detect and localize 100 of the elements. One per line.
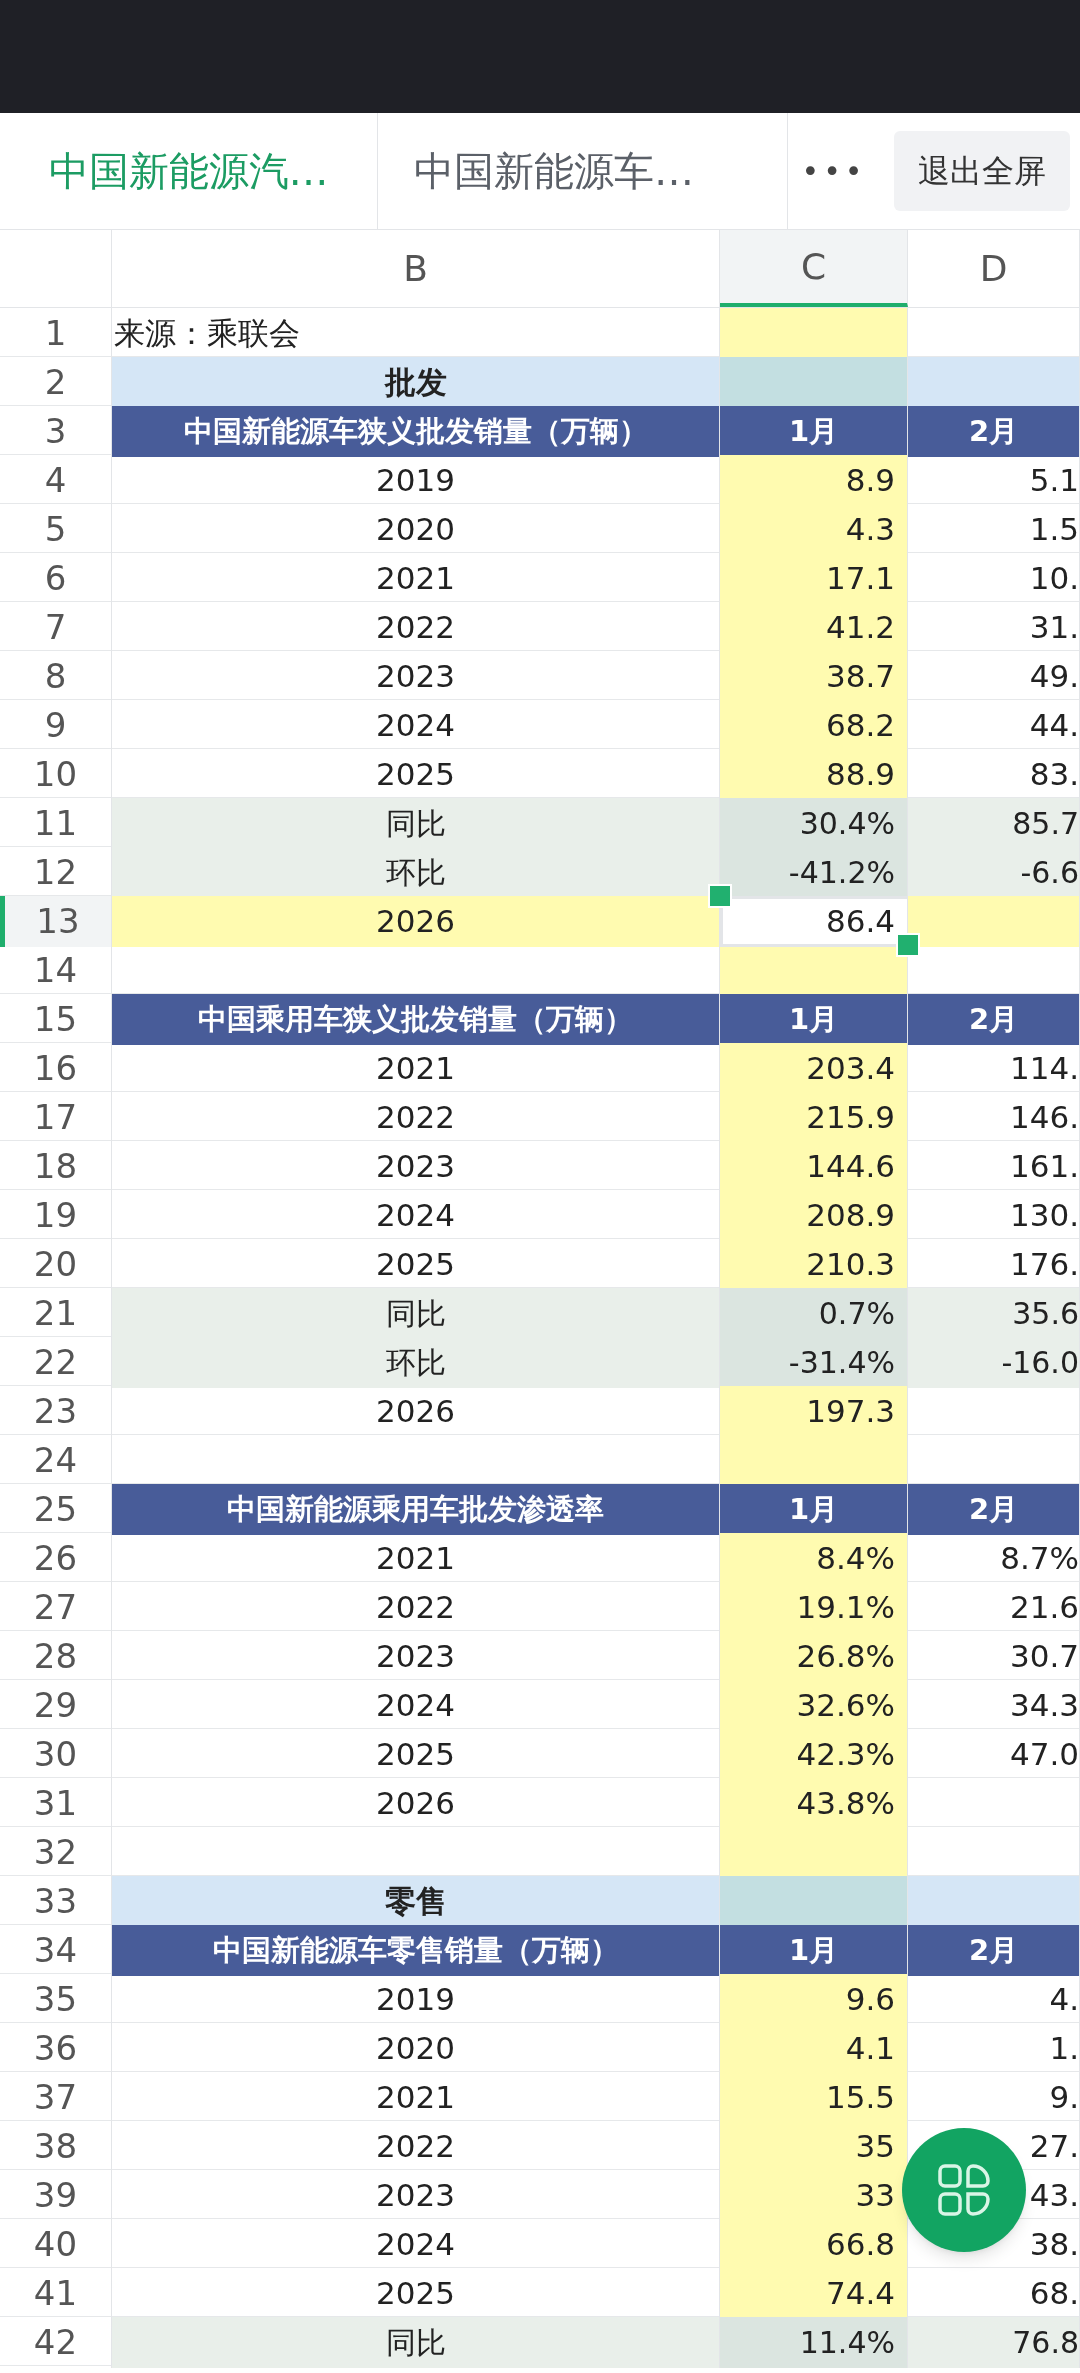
row-number[interactable]: 24 xyxy=(0,1435,112,1486)
exit-fullscreen-button[interactable]: 退出全屏 xyxy=(894,131,1070,211)
table-cell: -16.0 xyxy=(908,1337,1080,1388)
table-cell: 43.8% xyxy=(720,1778,908,1829)
apps-icon xyxy=(937,2163,991,2217)
selection-handle[interactable] xyxy=(896,933,920,957)
table-cell: 33 xyxy=(720,2170,908,2221)
row-number[interactable]: 40 xyxy=(0,2219,112,2270)
row-number[interactable]: 28 xyxy=(0,1631,112,1682)
table-cell: 32.6% xyxy=(720,1680,908,1731)
table-cell: 4.1 xyxy=(720,2023,908,2074)
table-cell: 66.8 xyxy=(720,2219,908,2270)
row-number[interactable]: 26 xyxy=(0,1533,112,1584)
header-cell: 中国新能源车零售销量（万辆） xyxy=(112,1925,720,1976)
table-cell: 2026 xyxy=(112,896,720,947)
table-cell: -6.6 xyxy=(908,847,1080,898)
table-cell: 4.3 xyxy=(720,504,908,555)
table-cell: 35 xyxy=(720,2121,908,2172)
table-cell: 9.6 xyxy=(720,1974,908,2025)
table-cell: 68.2 xyxy=(720,700,908,751)
table-cell: 1. xyxy=(908,2023,1080,2074)
table-cell: 15.5 xyxy=(720,2072,908,2123)
header-cell: 1月 xyxy=(720,1484,908,1535)
table-cell: 49. xyxy=(908,651,1080,702)
table-cell: 8.4% xyxy=(720,1533,908,1584)
table-cell: 76.8 xyxy=(908,2317,1080,2368)
table-cell: 30.7 xyxy=(908,1631,1080,1682)
row-number[interactable]: 4 xyxy=(0,455,112,506)
row-number[interactable]: 37 xyxy=(0,2072,112,2123)
more-button[interactable]: ••• xyxy=(794,148,874,194)
table-cell: 161. xyxy=(908,1141,1080,1192)
row-number[interactable]: 23 xyxy=(0,1386,112,1437)
sheet-tab[interactable]: 中国新能源汽… xyxy=(0,113,378,229)
header-cell: 中国新能源乘用车批发渗透率 xyxy=(112,1484,720,1535)
table-cell: 85.7 xyxy=(908,798,1080,849)
row-number[interactable]: 7 xyxy=(0,602,112,653)
column-header[interactable]: C xyxy=(720,230,908,307)
table-cell: 208.9 xyxy=(720,1190,908,1241)
table-cell: 44. xyxy=(908,700,1080,751)
table-cell: 8.7% xyxy=(908,1533,1080,1584)
table-cell: 4. xyxy=(908,1974,1080,2025)
sheet-tab[interactable]: 中国新能源车… xyxy=(378,113,788,229)
table-cell: 9. xyxy=(908,2072,1080,2123)
row-number[interactable]: 19 xyxy=(0,1190,112,1241)
table-cell: 17.1 xyxy=(720,553,908,604)
table-cell: 34.3 xyxy=(908,1680,1080,1731)
table-cell: 26.8% xyxy=(720,1631,908,1682)
header-cell: 中国乘用车狭义批发销量（万辆） xyxy=(112,994,720,1045)
row-number[interactable]: 9 xyxy=(0,700,112,751)
table-cell: 146. xyxy=(908,1092,1080,1143)
row-number[interactable]: 5 xyxy=(0,504,112,555)
header-cell: 2月 xyxy=(908,994,1080,1045)
row-number[interactable]: 14 xyxy=(0,945,112,996)
table-cell: 203.4 xyxy=(720,1043,908,1094)
table-cell: 5.1 xyxy=(908,455,1080,506)
table-cell: 批发 xyxy=(112,357,720,408)
table-cell: 环比 xyxy=(112,847,720,898)
table-cell: 1.5 xyxy=(908,504,1080,555)
table-cell: 74.4 xyxy=(720,2268,908,2319)
table-cell: 环比 xyxy=(112,1337,720,1388)
row-number[interactable]: 35 xyxy=(0,1974,112,2025)
row-number[interactable]: 20 xyxy=(0,1239,112,1290)
table-cell: 47.0 xyxy=(908,1729,1080,1780)
table-cell: 130. xyxy=(908,1190,1080,1241)
row-number[interactable]: 10 xyxy=(0,749,112,800)
selection-handle[interactable] xyxy=(708,884,732,908)
row-number[interactable]: 30 xyxy=(0,1729,112,1780)
row-number[interactable]: 17 xyxy=(0,1092,112,1143)
row-number[interactable]: 1 xyxy=(0,308,112,359)
table-cell: 零售 xyxy=(112,1876,720,1927)
table-cell: 31. xyxy=(908,602,1080,653)
table-cell: 0.7% xyxy=(720,1288,908,1339)
row-number[interactable]: 32 xyxy=(0,1827,112,1878)
header-cell: 1月 xyxy=(720,406,908,457)
row-number[interactable]: 13 xyxy=(0,896,112,947)
row-number[interactable]: 39 xyxy=(0,2170,112,2221)
header-cell: 1月 xyxy=(720,1925,908,1976)
table-cell: -31.4% xyxy=(720,1337,908,1388)
row-number[interactable]: 6 xyxy=(0,553,112,604)
header-cell: 2月 xyxy=(908,406,1080,457)
row-number[interactable]: 8 xyxy=(0,651,112,702)
table-cell: 144.6 xyxy=(720,1141,908,1192)
table-cell: 38.7 xyxy=(720,651,908,702)
table-cell: 10. xyxy=(908,553,1080,604)
row-number[interactable]: 29 xyxy=(0,1680,112,1731)
row-number[interactable]: 38 xyxy=(0,2121,112,2172)
row-number[interactable]: 41 xyxy=(0,2268,112,2319)
row-number[interactable]: 36 xyxy=(0,2023,112,2074)
header-cell: 中国新能源车狭义批发销量（万辆） xyxy=(112,406,720,457)
row-number[interactable]: 31 xyxy=(0,1778,112,1829)
table-cell: 同比 xyxy=(112,1288,720,1339)
row-number[interactable]: 27 xyxy=(0,1582,112,1633)
column-header[interactable]: D xyxy=(908,230,1080,307)
table-cell: 114. xyxy=(908,1043,1080,1094)
row-number[interactable]: 16 xyxy=(0,1043,112,1094)
table-cell: 30.4% xyxy=(720,798,908,849)
table-cell: 215.9 xyxy=(720,1092,908,1143)
header-cell: 2月 xyxy=(908,1925,1080,1976)
row-number[interactable]: 18 xyxy=(0,1141,112,1192)
table-cell: 88.9 xyxy=(720,749,908,800)
